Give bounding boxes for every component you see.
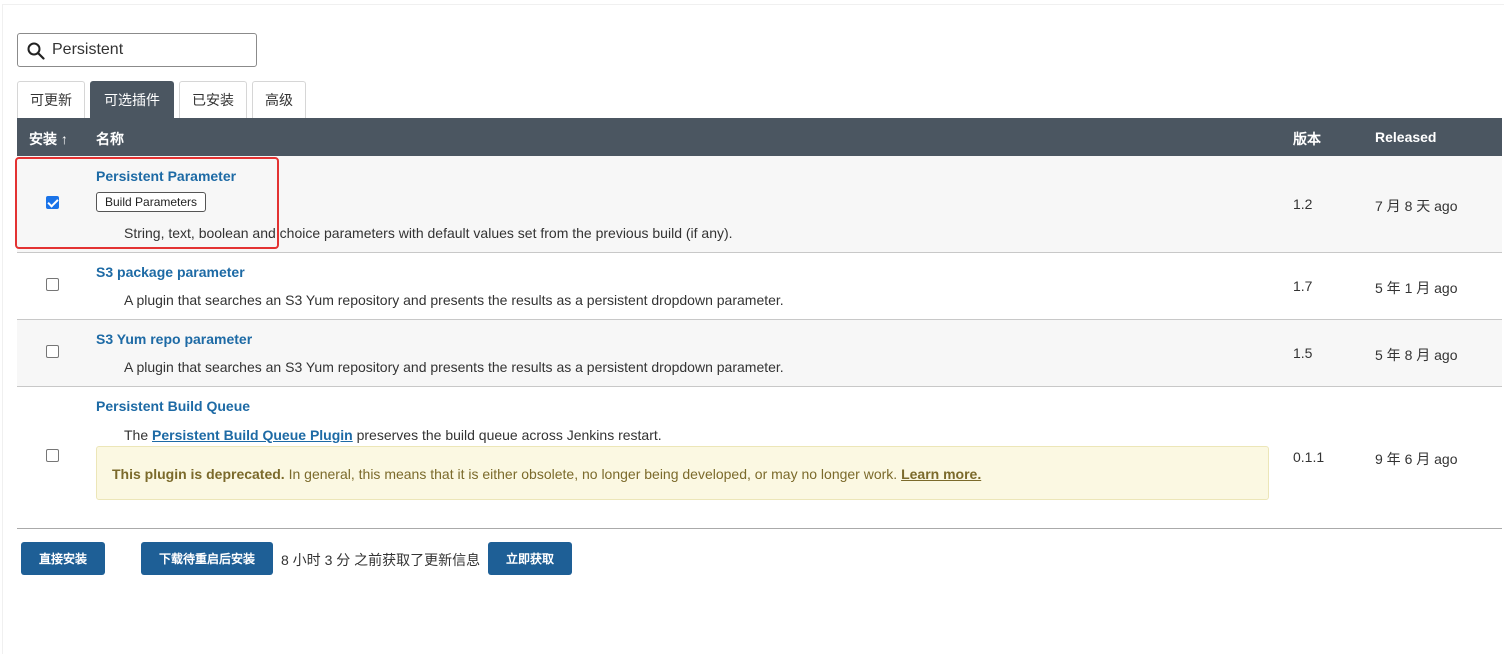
column-header-released[interactable]: Released — [1375, 129, 1436, 145]
tab-advanced[interactable]: 高级 — [252, 81, 306, 118]
learn-more-link[interactable]: Learn more. — [901, 466, 981, 482]
plugin-description: The Persistent Build Queue Plugin preser… — [124, 427, 662, 443]
plugin-released: 5 年 8 月 ago — [1375, 347, 1458, 363]
plugin-docs-link[interactable]: Persistent Build Queue Plugin — [152, 427, 353, 443]
check-now-button[interactable]: 立即获取 — [488, 542, 572, 575]
plugin-name-link[interactable]: Persistent Parameter — [96, 168, 236, 184]
deprecation-title: This plugin is deprecated. — [112, 466, 285, 482]
plugin-released: 9 年 6 月 ago — [1375, 451, 1458, 467]
plugin-version: 0.1.1 — [1293, 449, 1325, 465]
deprecation-warning: This plugin is deprecated. In general, t… — [96, 446, 1269, 500]
download-restart-button[interactable]: 下载待重启后安装 — [141, 542, 273, 575]
plugin-version: 1.5 — [1293, 345, 1313, 361]
column-header-version[interactable]: 版本 — [1293, 129, 1321, 149]
description-text: preserves the build queue across Jenkins… — [352, 427, 662, 443]
deprecation-text: In general, this means that it is either… — [284, 466, 902, 482]
plugin-description: String, text, boolean and choice paramet… — [124, 225, 733, 241]
search-input[interactable] — [52, 38, 252, 62]
install-checkbox[interactable] — [46, 449, 59, 462]
plugin-description: A plugin that searches an S3 Yum reposit… — [124, 359, 784, 375]
search-box[interactable] — [17, 33, 257, 67]
plugin-name-link[interactable]: Persistent Build Queue — [96, 398, 250, 414]
plugin-name-link[interactable]: S3 package parameter — [96, 264, 245, 280]
column-header-name[interactable]: 名称 — [96, 129, 124, 149]
column-header-install[interactable]: 安装 ↑ — [29, 129, 68, 149]
tab-available[interactable]: 可选插件 — [90, 81, 174, 118]
table-row: Persistent Parameter Build Parameters St… — [17, 156, 1502, 253]
table-row: Persistent Build Queue The Persistent Bu… — [17, 387, 1502, 529]
plugin-description: A plugin that searches an S3 Yum reposit… — [124, 292, 784, 308]
install-checkbox[interactable] — [46, 196, 59, 209]
search-icon — [27, 42, 45, 60]
description-text: The — [124, 427, 153, 443]
tab-updates[interactable]: 可更新 — [17, 81, 85, 118]
table-row: S3 Yum repo parameter A plugin that sear… — [17, 320, 1502, 387]
table-header: 安装 ↑ 名称 版本 Released — [17, 118, 1502, 156]
tab-installed[interactable]: 已安装 — [179, 81, 247, 118]
install-checkbox[interactable] — [46, 278, 59, 291]
plugin-version: 1.7 — [1293, 278, 1313, 294]
install-now-button[interactable]: 直接安装 — [21, 542, 105, 575]
update-status-text: 8 小时 3 分 之前获取了更新信息 — [281, 552, 481, 568]
install-checkbox[interactable] — [46, 345, 59, 358]
plugin-released: 5 年 1 月 ago — [1375, 280, 1458, 296]
table-row: S3 package parameter A plugin that searc… — [17, 253, 1502, 320]
category-label[interactable]: Build Parameters — [96, 192, 207, 212]
plugin-name-link[interactable]: S3 Yum repo parameter — [96, 331, 252, 347]
plugin-released: 7 月 8 天 ago — [1375, 198, 1458, 214]
plugin-version: 1.2 — [1293, 196, 1313, 212]
